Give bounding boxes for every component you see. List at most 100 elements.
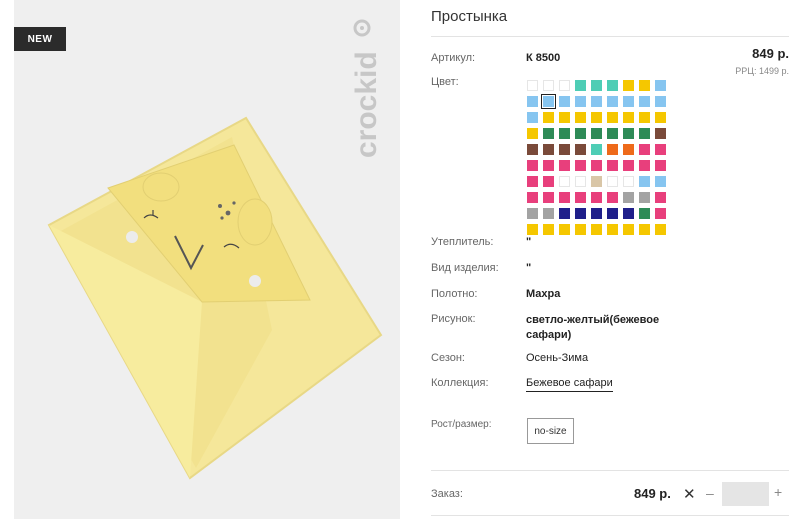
color-swatch[interactable] [591, 144, 602, 155]
color-swatch[interactable] [543, 192, 554, 203]
color-swatch[interactable] [575, 160, 586, 171]
color-swatch[interactable] [543, 208, 554, 219]
size-option-button[interactable]: no-size [527, 418, 574, 444]
color-swatch[interactable] [543, 160, 554, 171]
collection-link[interactable]: Бежевое сафари [526, 377, 613, 392]
color-swatch[interactable] [527, 128, 538, 139]
color-swatch[interactable] [607, 160, 618, 171]
color-swatch[interactable] [559, 80, 570, 91]
color-swatch[interactable] [607, 144, 618, 155]
season-value: Осень-Зима [526, 352, 589, 364]
color-swatch[interactable] [559, 208, 570, 219]
color-swatch[interactable] [527, 96, 538, 107]
color-swatch[interactable] [607, 128, 618, 139]
color-swatch[interactable] [527, 192, 538, 203]
color-swatch[interactable] [655, 160, 666, 171]
color-swatch[interactable] [527, 208, 538, 219]
color-swatch[interactable] [655, 128, 666, 139]
color-swatch[interactable] [575, 176, 586, 187]
color-swatch[interactable] [543, 176, 554, 187]
color-swatch[interactable] [655, 208, 666, 219]
color-swatch[interactable] [655, 144, 666, 155]
color-swatch[interactable] [543, 144, 554, 155]
color-swatch[interactable] [543, 112, 554, 123]
color-swatch[interactable] [559, 224, 570, 235]
color-swatch[interactable] [607, 176, 618, 187]
color-swatch[interactable] [575, 144, 586, 155]
color-swatch[interactable] [655, 192, 666, 203]
brand-logo-text: crockid [350, 51, 383, 158]
color-swatch[interactable] [623, 192, 634, 203]
color-swatch[interactable] [623, 112, 634, 123]
color-swatch[interactable] [559, 192, 570, 203]
color-swatch[interactable] [527, 176, 538, 187]
color-swatch[interactable] [575, 80, 586, 91]
color-swatch[interactable] [655, 176, 666, 187]
color-swatch[interactable] [639, 96, 650, 107]
color-swatch[interactable] [607, 96, 618, 107]
color-swatch[interactable] [543, 128, 554, 139]
color-swatch[interactable] [575, 112, 586, 123]
insulation-label: Утеплитель: [431, 236, 494, 248]
color-swatch[interactable] [623, 208, 634, 219]
color-swatch[interactable] [575, 224, 586, 235]
color-swatch[interactable] [575, 208, 586, 219]
color-swatch[interactable] [607, 208, 618, 219]
color-swatch[interactable] [655, 112, 666, 123]
color-swatch[interactable] [623, 176, 634, 187]
article-value: К 8500 [526, 52, 561, 64]
color-swatch[interactable] [527, 224, 538, 235]
color-swatch[interactable] [575, 96, 586, 107]
color-swatch[interactable] [591, 128, 602, 139]
color-swatch[interactable] [639, 128, 650, 139]
color-swatch[interactable] [623, 160, 634, 171]
color-swatch[interactable] [541, 94, 556, 109]
color-swatch[interactable] [639, 208, 650, 219]
increase-quantity-button[interactable]: + [774, 484, 782, 500]
color-swatch[interactable] [559, 96, 570, 107]
color-swatch[interactable] [559, 112, 570, 123]
color-swatch[interactable] [639, 192, 650, 203]
color-swatch[interactable] [639, 112, 650, 123]
color-swatch[interactable] [607, 224, 618, 235]
color-swatch[interactable] [607, 80, 618, 91]
color-swatch[interactable] [527, 80, 538, 91]
color-swatch[interactable] [543, 80, 554, 91]
color-swatch[interactable] [591, 224, 602, 235]
color-swatch[interactable] [623, 128, 634, 139]
color-swatch[interactable] [575, 192, 586, 203]
color-swatch[interactable] [607, 192, 618, 203]
color-swatch[interactable] [591, 96, 602, 107]
color-swatch[interactable] [655, 224, 666, 235]
color-swatch[interactable] [591, 112, 602, 123]
color-swatch[interactable] [623, 96, 634, 107]
remove-icon[interactable]: ✕ [683, 485, 696, 503]
color-swatch[interactable] [575, 128, 586, 139]
color-swatch[interactable] [623, 224, 634, 235]
color-swatch[interactable] [591, 192, 602, 203]
color-swatch[interactable] [559, 160, 570, 171]
color-swatch[interactable] [591, 176, 602, 187]
color-swatch[interactable] [607, 112, 618, 123]
decrease-quantity-button[interactable]: – [706, 485, 714, 501]
color-swatch[interactable] [639, 176, 650, 187]
color-swatch[interactable] [639, 144, 650, 155]
color-swatch[interactable] [655, 80, 666, 91]
color-swatch[interactable] [559, 128, 570, 139]
color-swatch[interactable] [543, 224, 554, 235]
color-swatch[interactable] [559, 144, 570, 155]
color-swatch[interactable] [591, 80, 602, 91]
quantity-input[interactable] [722, 482, 769, 506]
color-swatch[interactable] [639, 80, 650, 91]
color-swatch[interactable] [623, 144, 634, 155]
color-swatch[interactable] [623, 80, 634, 91]
color-swatch[interactable] [559, 176, 570, 187]
color-swatch[interactable] [591, 160, 602, 171]
color-swatch[interactable] [527, 160, 538, 171]
color-swatch[interactable] [639, 224, 650, 235]
color-swatch[interactable] [639, 160, 650, 171]
color-swatch[interactable] [591, 208, 602, 219]
color-swatch[interactable] [527, 144, 538, 155]
color-swatch[interactable] [527, 112, 538, 123]
color-swatch[interactable] [655, 96, 666, 107]
